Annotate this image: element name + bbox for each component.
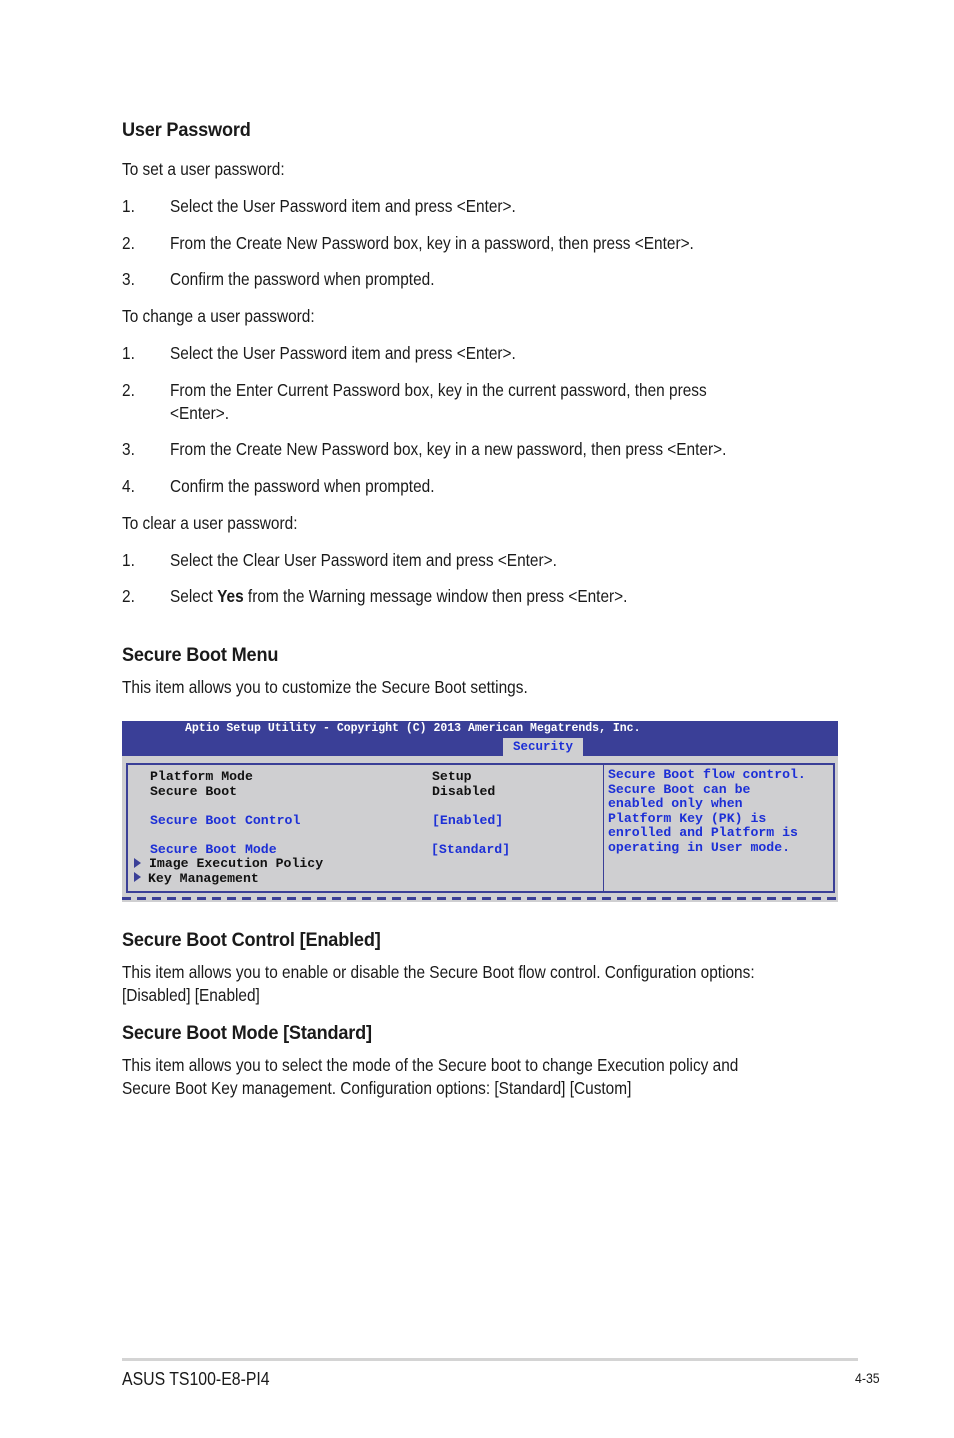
step-text: From the Enter Current Password box, key…: [170, 380, 707, 400]
bios-item-platform-mode-label: Platform Mode: [150, 769, 253, 784]
submenu-arrow-icon: [134, 872, 141, 882]
bios-item-platform-mode-value: Setup: [432, 769, 472, 784]
step-text: Select the Clear User Password item and …: [170, 550, 557, 570]
step-number: 3.: [122, 269, 135, 289]
footer-page-number: 4-35: [855, 1370, 880, 1386]
step-number: 2.: [122, 233, 135, 253]
bios-settings-panel: Platform Mode Setup Secure Boot Disabled…: [126, 763, 604, 893]
bios-submenu-image-execution-policy[interactable]: Image Execution Policy: [149, 856, 323, 872]
step-text: Confirm the password when prompted.: [170, 476, 435, 496]
step-number: 1.: [122, 343, 135, 363]
section-heading-secure-boot-control: Secure Boot Control [Enabled]: [122, 929, 381, 951]
footer-rule: [122, 1358, 858, 1361]
help-line: enabled only when: [608, 796, 743, 811]
help-line: operating in User mode.: [608, 839, 791, 855]
bios-help-text: Secure Boot flow control. Secure Boot can…: [608, 767, 806, 855]
set-password-intro: To set a user password:: [122, 159, 285, 179]
bios-help-panel: Secure Boot flow control. Secure Boot can…: [603, 763, 835, 893]
bios-item-secure-boot-value: Disabled: [432, 783, 496, 799]
change-password-intro: To change a user password:: [122, 306, 315, 326]
help-line: Secure Boot can be: [608, 781, 751, 797]
bios-dashed-divider: [122, 897, 838, 900]
step-text-bold: Yes: [217, 586, 244, 606]
submenu-arrow-icon: [134, 858, 141, 868]
bios-item-secure-boot-label: Secure Boot: [150, 783, 238, 799]
step-text: Select the User Password item and press …: [170, 196, 516, 216]
step-text: From the Create New Password box, key in…: [170, 439, 727, 459]
step-text: Select the User Password item and press …: [170, 343, 516, 363]
section-heading-user-password: User Password: [122, 119, 251, 141]
secure-boot-mode-desc-line1: This item allows you to select the mode …: [122, 1055, 739, 1075]
secure-boot-control-desc-line2: [Disabled] [Enabled]: [122, 985, 260, 1005]
step-text-pre: Select: [170, 586, 218, 606]
secure-boot-control-desc-line1: This item allows you to enable or disabl…: [122, 962, 755, 982]
clear-password-intro: To clear a user password:: [122, 513, 298, 533]
step-text: Select Yes from the Warning message wind…: [170, 586, 627, 607]
step-text: Confirm the password when prompted.: [170, 269, 435, 289]
section-heading-secure-boot-menu: Secure Boot Menu: [122, 644, 279, 666]
bios-item-secure-boot-control-value[interactable]: [Enabled]: [432, 813, 503, 829]
step-number: 4.: [122, 476, 135, 496]
bios-title: Aptio Setup Utility - Copyright (C) 2013…: [185, 722, 641, 735]
bios-header: Aptio Setup Utility - Copyright (C) 2013…: [122, 721, 838, 756]
step-number: 1.: [122, 550, 135, 570]
bios-submenu-key-management[interactable]: Key Management: [148, 871, 259, 887]
help-line: Secure Boot flow control.: [608, 767, 806, 782]
footer-product-name: ASUS TS100-E8-PI4: [122, 1369, 270, 1389]
step-text: From the Create New Password box, key in…: [170, 233, 694, 253]
help-line: enrolled and Platform is: [608, 825, 798, 840]
step-text-continued: <Enter>.: [170, 403, 230, 423]
secure-boot-menu-description: This item allows you to customize the Se…: [122, 677, 528, 697]
secure-boot-mode-desc-line2: Secure Boot Key management. Configuratio…: [122, 1078, 632, 1098]
section-heading-secure-boot-mode: Secure Boot Mode [Standard]: [122, 1022, 372, 1044]
bios-item-secure-boot-mode[interactable]: Secure Boot Mode: [150, 842, 277, 858]
help-line: Platform Key (PK) is: [608, 810, 767, 826]
step-number: 3.: [122, 439, 135, 459]
bios-item-secure-boot-mode-value[interactable]: [Standard]: [431, 842, 510, 858]
step-number: 2.: [122, 586, 135, 606]
bios-screenshot: Aptio Setup Utility - Copyright (C) 2013…: [122, 721, 838, 902]
step-number: 1.: [122, 196, 135, 216]
step-text-post: from the Warning message window then pre…: [243, 586, 628, 606]
step-number: 2.: [122, 380, 135, 400]
bios-item-secure-boot-control[interactable]: Secure Boot Control: [150, 813, 300, 829]
bios-tab-security[interactable]: Security: [503, 738, 583, 756]
